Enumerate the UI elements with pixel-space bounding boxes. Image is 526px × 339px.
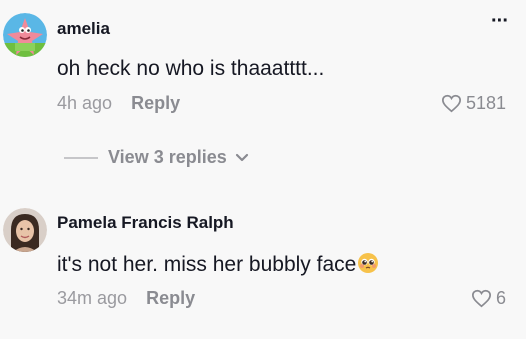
avatar[interactable]	[3, 208, 47, 252]
username[interactable]: amelia	[57, 19, 110, 39]
comment-time: 34m ago	[57, 288, 128, 308]
heart-icon	[441, 94, 462, 113]
comment-item: Pamela Francis Ralph it's not her. miss …	[0, 195, 526, 339]
like-button[interactable]: 6	[471, 288, 506, 309]
reply-button[interactable]: Reply	[146, 288, 195, 308]
reply-button[interactable]: Reply	[131, 93, 180, 113]
more-dots-icon[interactable]: ···	[491, 10, 509, 33]
like-count: 6	[495, 288, 506, 308]
heart-icon	[471, 289, 492, 308]
comment-meta: 4h ago Reply	[57, 93, 180, 114]
pleading-face-emoji-icon	[357, 252, 379, 280]
comment-text: oh heck no who is thaaatttt...	[57, 57, 325, 80]
user-photo-avatar-icon	[3, 208, 47, 252]
divider-line	[64, 156, 98, 159]
comment-item: amelia ··· oh heck no who is thaaatttt..…	[0, 0, 526, 167]
chevron-down-icon	[235, 153, 249, 163]
username[interactable]: Pamela Francis Ralph	[57, 213, 234, 233]
view-replies-button[interactable]: View 3 replies	[64, 147, 249, 168]
comment-meta: 34m ago Reply	[57, 288, 195, 309]
comment-text: it's not her. miss her bubbly face	[57, 252, 379, 280]
patrick-star-avatar-icon	[3, 13, 47, 57]
like-count: 5181	[465, 93, 506, 113]
comment-time: 4h ago	[57, 93, 113, 113]
avatar[interactable]	[3, 13, 47, 57]
view-replies-label: View 3 replies	[108, 147, 227, 167]
comment-text-content: it's not her. miss her bubbly face	[57, 253, 357, 276]
like-button[interactable]: 5181	[441, 93, 506, 114]
